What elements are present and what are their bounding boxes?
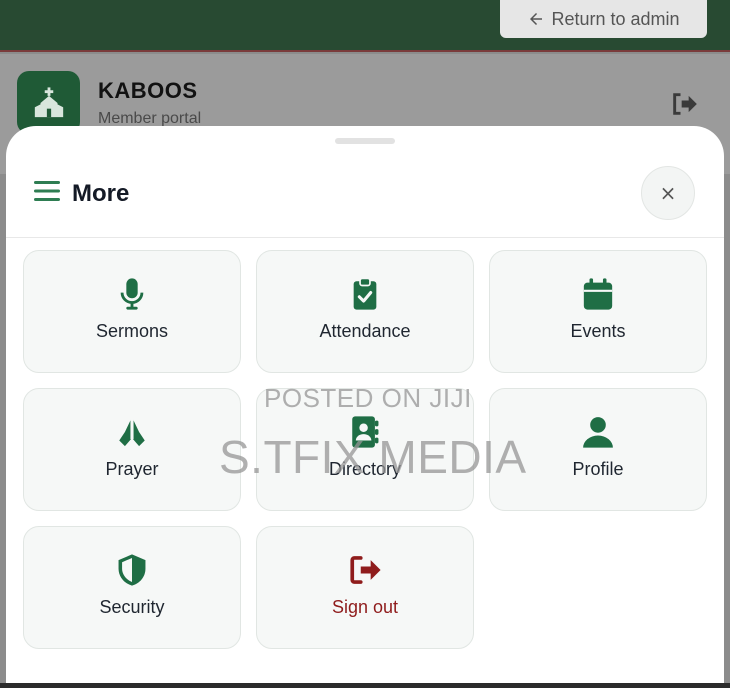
tile-prayer[interactable]: Prayer bbox=[23, 388, 241, 511]
clipboard-check-icon bbox=[353, 277, 377, 310]
tile-profile[interactable]: Profile bbox=[489, 388, 707, 511]
calendar-icon bbox=[583, 278, 613, 310]
tile-label: Profile bbox=[572, 459, 624, 479]
close-icon: × bbox=[659, 181, 677, 205]
tile-directory[interactable]: Directory bbox=[256, 388, 474, 511]
sign-out-icon bbox=[350, 556, 381, 584]
tile-label: Sermons bbox=[95, 321, 169, 341]
tile-label: Events bbox=[570, 321, 626, 341]
bottom-edge bbox=[0, 683, 730, 688]
sheet-header: More × bbox=[6, 166, 724, 236]
admin-bar: Return to admin bbox=[0, 0, 730, 52]
app-name: KABOOS bbox=[98, 78, 198, 103]
tile-label: Prayer bbox=[105, 459, 159, 479]
church-icon bbox=[34, 86, 63, 117]
sheet-title: More bbox=[72, 180, 130, 207]
tile-events[interactable]: Events bbox=[489, 250, 707, 373]
menu-icon bbox=[34, 181, 60, 201]
tile-sign-out[interactable]: Sign out bbox=[256, 526, 474, 649]
tile-attendance[interactable]: Attendance bbox=[256, 250, 474, 373]
arrow-left-icon bbox=[530, 13, 543, 25]
tile-label: Security bbox=[99, 597, 165, 617]
return-to-admin-label: Return to admin bbox=[551, 8, 680, 29]
microphone-icon bbox=[120, 278, 144, 310]
tile-label: Sign out bbox=[331, 597, 399, 617]
praying-hands-icon bbox=[119, 419, 145, 447]
tile-label: Attendance bbox=[319, 321, 411, 341]
return-to-admin-button[interactable]: Return to admin bbox=[500, 0, 707, 38]
church-logo bbox=[17, 71, 80, 134]
tile-security[interactable]: Security bbox=[23, 526, 241, 649]
shield-icon bbox=[118, 554, 146, 586]
sign-out-icon[interactable] bbox=[670, 90, 698, 118]
user-icon bbox=[583, 417, 613, 448]
tile-sermons[interactable]: Sermons bbox=[23, 250, 241, 373]
sheet-divider bbox=[6, 237, 724, 238]
close-button[interactable]: × bbox=[641, 166, 695, 220]
more-sheet: More × Sermons Attendance Events Prayer … bbox=[6, 126, 724, 688]
address-book-icon bbox=[352, 416, 379, 448]
tile-label: Directory bbox=[328, 459, 401, 479]
sheet-grabber[interactable] bbox=[335, 138, 395, 144]
